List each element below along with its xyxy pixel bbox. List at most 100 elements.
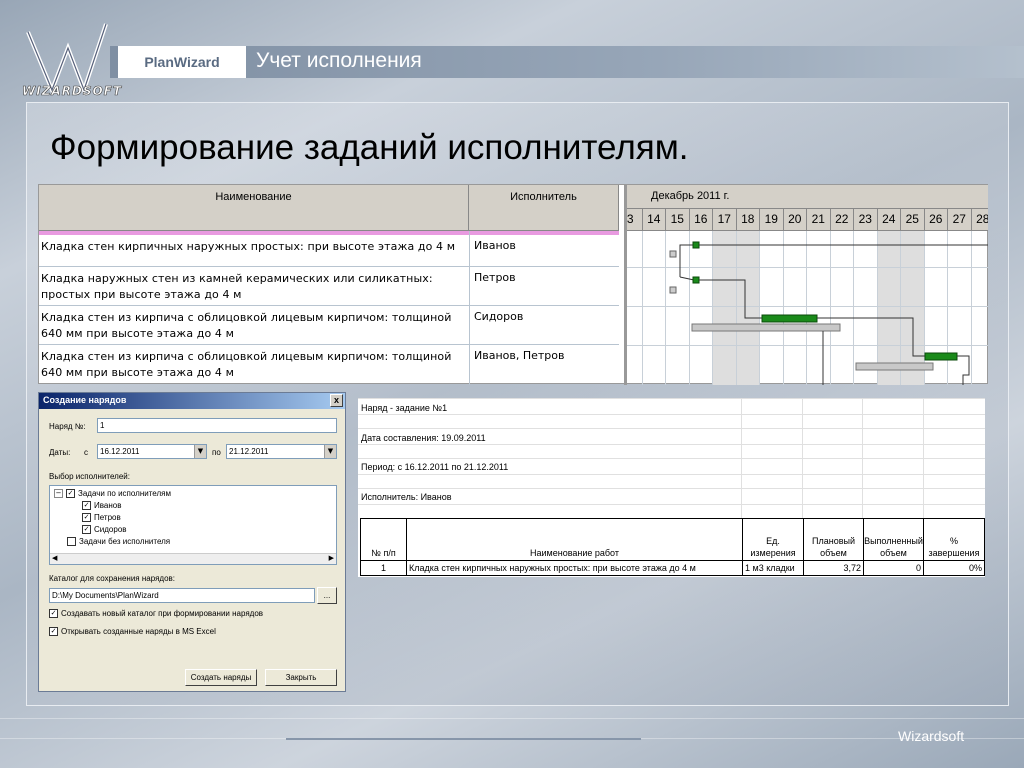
create-orders-button[interactable]: Создать наряды [185, 669, 257, 686]
close-button[interactable]: Закрыть [265, 669, 337, 686]
task-bar [924, 352, 958, 361]
task-name: Кладка стен из кирпича с облицовкой лице… [41, 311, 452, 340]
column-header-name[interactable]: Наименование [39, 185, 469, 231]
checkbox-checked[interactable]: ✓ [82, 513, 91, 522]
chevron-down-icon[interactable]: ▼ [194, 445, 206, 458]
task-row[interactable]: Кладка стен кирпичных наружных простых: … [39, 235, 619, 267]
table-header: Наименование работ [407, 519, 743, 561]
checkbox-unchecked[interactable] [67, 537, 76, 546]
checkbox-checked[interactable]: ✓ [66, 489, 75, 498]
task-bar [692, 241, 700, 249]
browse-button[interactable]: ... [317, 587, 337, 604]
date-from-value: 16.12.2011 [100, 447, 140, 456]
table-header: Плановый объем [804, 519, 864, 561]
table-header: % завершения [924, 519, 984, 561]
tree-group-by-executor[interactable]: − ✓ Задачи по исполнителям [54, 489, 171, 498]
task-bar [692, 276, 700, 284]
table-header: Выполненный объем [864, 519, 924, 561]
checkbox-checked[interactable]: ✓ [49, 609, 58, 618]
milestone-marker [669, 286, 677, 294]
grid-line [862, 398, 863, 518]
gantt-timeline: Декабрь 2011 г. 3 14 15 16 17 18 19 20 21 22 23 24 2… [624, 185, 988, 385]
footer-brand: Wizardsoft [898, 728, 965, 744]
option-open-excel[interactable]: ✓ Открывать созданные наряды в MS Excel [49, 627, 216, 636]
task-executor: Сидоров [474, 310, 524, 323]
footer-divider [286, 738, 641, 740]
background-line [0, 718, 1024, 719]
tree-item-executor[interactable]: ✓ Сидоров [82, 525, 127, 534]
grid-line [741, 398, 742, 518]
task-row[interactable]: Кладка наружных стен из камней керамичес… [39, 267, 619, 306]
date-from-picker[interactable]: 16.12.2011 ▼ [97, 444, 207, 459]
date-to-label: по [212, 448, 221, 457]
checkbox-checked[interactable]: ✓ [49, 627, 58, 636]
tree-item-executor[interactable]: ✓ Петров [82, 513, 121, 522]
column-header-executor[interactable]: Исполнитель [469, 185, 619, 231]
dates-label: Даты: [49, 448, 71, 457]
logo-text: WIZARDSOFT [22, 84, 123, 99]
option-label: Создавать новый каталог при формировании… [61, 609, 264, 618]
order-executor: Исполнитель: Иванов [361, 492, 452, 502]
grid-line [358, 444, 985, 445]
tree-group-no-executor[interactable]: Задачи без исполнителя [67, 537, 170, 546]
tree-node-label: Задачи по исполнителям [78, 489, 171, 498]
dialog-title: Создание нарядов [43, 395, 127, 405]
table-header: № п/п [361, 519, 407, 561]
order-title: Наряд - задание №1 [361, 403, 448, 413]
order-number-input[interactable]: 1 [97, 418, 337, 433]
dialog-titlebar[interactable]: Создание нарядов x [39, 393, 345, 409]
checkbox-checked[interactable]: ✓ [82, 501, 91, 510]
dependency-link [679, 244, 694, 277]
order-table: № п/п Наименование работ Ед. измерения П… [360, 518, 985, 576]
brand-label: PlanWizard [118, 46, 246, 78]
task-row[interactable]: Кладка стен из кирпича с облицовкой лице… [39, 306, 619, 345]
tree-node-label: Сидоров [94, 525, 127, 534]
gantt-bars [669, 241, 988, 385]
task-executor: Петров [474, 271, 516, 284]
close-icon[interactable]: x [330, 394, 343, 407]
grid-line [802, 398, 803, 518]
chevron-down-icon[interactable]: ▼ [324, 445, 336, 458]
task-row[interactable]: Кладка стен из кирпича с облицовкой лице… [39, 345, 619, 385]
option-new-folder[interactable]: ✓ Создавать новый каталог при формирован… [49, 609, 263, 618]
date-from-label: с [84, 448, 88, 457]
folder-input[interactable]: D:\My Documents\PlanWizard [49, 588, 315, 603]
folder-label: Каталог для сохранения нарядов: [49, 574, 175, 583]
slide-title: Формирование заданий исполнителям. [50, 128, 689, 167]
table-cell-unit: 1 м3 кладки [743, 561, 804, 576]
horizontal-scrollbar[interactable]: ◀ ▶ [50, 553, 336, 564]
task-executor: Иванов, Петров [474, 349, 565, 362]
date-to-value: 21.12.2011 [229, 447, 269, 456]
tree-node-label: Задачи без исполнителя [79, 537, 171, 546]
table-cell-no: 1 [361, 561, 407, 576]
table-cell-done: 0 [864, 561, 924, 576]
grid-line [358, 474, 985, 475]
grid-line [358, 428, 985, 429]
baseline-bar [855, 362, 934, 371]
header-bar [110, 46, 1024, 78]
dependency-link [699, 279, 762, 319]
table-cell-name: Кладка стен кирпичных наружных простых: … [407, 561, 743, 576]
section-title: Учет исполнения [256, 49, 422, 72]
task-bar [761, 314, 818, 323]
create-orders-dialog: Создание нарядов x Наряд №: 1 Даты: с 16… [38, 392, 346, 692]
table-cell-pct: 0% [968, 563, 982, 573]
executors-label: Выбор исполнителей: [49, 472, 130, 481]
order-date: Дата составления: 19.09.2011 [361, 433, 486, 443]
scroll-left-icon[interactable]: ◀ [52, 554, 57, 562]
scroll-right-icon[interactable]: ▶ [329, 554, 334, 562]
order-number-label: Наряд №: [49, 422, 86, 431]
checkbox-checked[interactable]: ✓ [82, 525, 91, 534]
grid-line [358, 414, 985, 415]
order-period: Период: с 16.12.2011 по 21.12.2011 [361, 462, 509, 472]
dependency-link [679, 276, 695, 281]
grid-line [358, 488, 985, 489]
excel-order-sheet: Наряд - задание №1 Дата составления: 19.… [358, 398, 985, 577]
tree-item-executor[interactable]: ✓ Иванов [82, 501, 121, 510]
date-to-picker[interactable]: 21.12.2011 ▼ [226, 444, 337, 459]
tree-node-label: Иванов [94, 501, 122, 510]
task-name: Кладка стен кирпичных наружных простых: … [41, 240, 456, 253]
collapse-icon[interactable]: − [54, 489, 63, 498]
table-header: Ед. измерения [743, 519, 804, 561]
option-label: Открывать созданные наряды в MS Excel [61, 627, 216, 636]
